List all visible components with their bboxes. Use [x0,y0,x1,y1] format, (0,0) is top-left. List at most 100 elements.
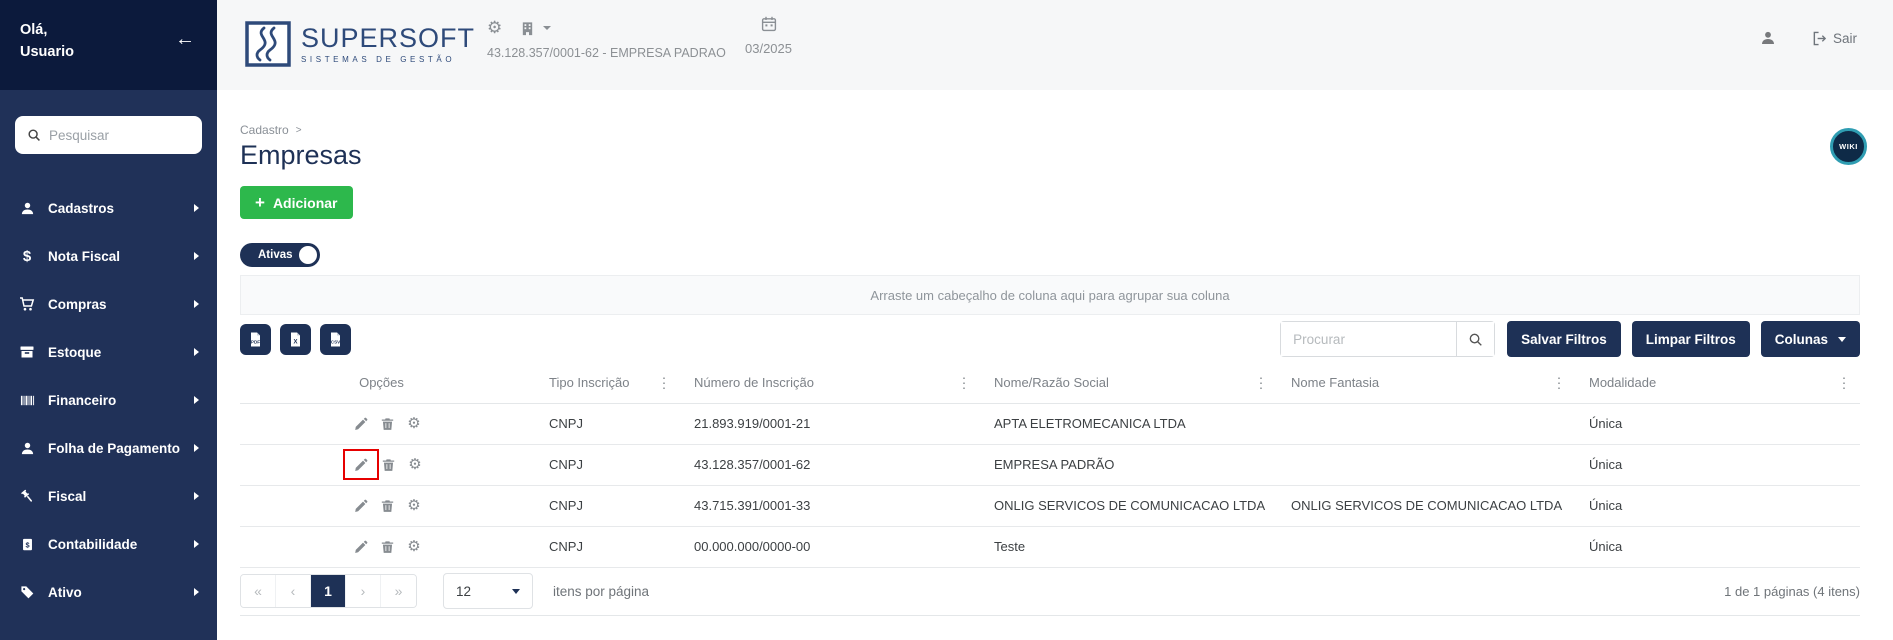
cell-modalidade: Única [1575,526,1860,568]
next-page-button[interactable]: › [346,575,381,607]
logout-button[interactable]: Sair [1812,31,1857,46]
chevron-right-icon [194,588,199,596]
clear-filters-button[interactable]: Limpar Filtros [1631,321,1750,357]
column-menu-icon[interactable]: ⋮ [657,374,671,391]
grid-search-input[interactable] [1281,322,1457,356]
building-icon[interactable] [520,21,535,36]
pager: « ‹ 1 › » [240,574,417,608]
columns-dropdown-button[interactable]: Colunas [1760,321,1860,357]
gear-icon[interactable]: ⚙ [487,18,502,38]
columns-label: Colunas [1774,331,1828,347]
prev-page-button[interactable]: ‹ [276,575,311,607]
sidebar-item-estoque[interactable]: Estoque [0,328,217,376]
row-settings-icon[interactable]: ⚙ [407,539,420,554]
column-menu-icon[interactable]: ⋮ [1837,374,1851,391]
page-size-value: 12 [456,583,472,599]
csv-file-icon: CSV [331,332,341,346]
column-header-numero-inscricao[interactable]: Número de Inscrição ⋮ [680,363,980,404]
cell-modalidade: Única [1575,485,1860,527]
toggle-knob-icon [299,246,317,264]
delete-icon[interactable] [381,540,394,554]
sidebar-item-cadastros[interactable]: Cadastros [0,184,217,232]
export-pdf-button[interactable]: PDF [240,323,271,355]
main-content: WIKI Cadastro > Empresas + Adicionar Ati… [217,90,1893,640]
search-submit-button[interactable] [1456,322,1495,356]
cell-razao-social: APTA ELETROMECANICA LTDA [980,403,1277,445]
page-size-select[interactable]: 12 [443,573,533,609]
delete-icon[interactable] [381,499,394,513]
column-header-modalidade[interactable]: Modalidade ⋮ [1575,363,1860,404]
table-row: ⚙ CNPJ 43.715.391/0001-33 ONLIG SERVICOS… [240,485,1860,527]
wiki-badge[interactable]: WIKI [1830,128,1867,165]
cell-numero-inscricao: 00.000.000/0000-00 [680,526,980,568]
export-csv-button[interactable]: CSV [320,323,351,355]
user-avatar-icon[interactable] [1760,30,1776,46]
row-settings-icon[interactable]: ⚙ [407,416,420,431]
add-button-label: Adicionar [272,194,338,211]
row-settings-icon[interactable]: ⚙ [407,498,420,513]
export-excel-button[interactable]: X [280,323,311,355]
add-button[interactable]: + Adicionar [240,186,353,219]
sidebar-item-contabilidade[interactable]: $ Contabilidade [0,520,217,568]
column-menu-icon[interactable]: ⋮ [1552,374,1566,391]
row-settings-icon[interactable]: ⚙ [408,457,421,472]
period-selector[interactable]: 03/2025 [745,16,792,56]
sidebar-item-ativo[interactable]: Ativo [0,568,217,616]
active-filter-toggle[interactable]: Ativas [240,243,320,267]
sidebar-item-folha-de-pagamento[interactable]: Folha de Pagamento [0,424,217,472]
pagination-bar: « ‹ 1 › » 12 itens por página 1 de 1 pág… [240,568,1860,616]
chevron-right-icon [194,492,199,500]
save-filters-button[interactable]: Salvar Filtros [1507,321,1621,357]
cell-razao-social: EMPRESA PADRÃO [980,444,1277,486]
column-header-razao-social[interactable]: Nome/Razão Social ⋮ [980,363,1277,404]
sidebar-item-financeiro[interactable]: Financeiro [0,376,217,424]
sidebar-item-compras[interactable]: Compras [0,280,217,328]
edit-icon[interactable] [354,417,368,431]
brand-name: SUPERSOFT [301,22,476,53]
edit-icon[interactable] [354,499,368,513]
delete-icon[interactable] [381,417,394,431]
breadcrumb-cadastro[interactable]: Cadastro [240,123,289,137]
logout-label: Sair [1832,30,1857,46]
grid-toolbar: PDF X CSV Salvar Filtros Limpar Filtros [240,315,1860,363]
column-menu-icon[interactable]: ⋮ [1254,374,1268,391]
page-1-button[interactable]: 1 [311,575,346,607]
column-menu-icon[interactable]: ⋮ [957,374,971,391]
delete-icon[interactable] [382,458,395,472]
chevron-right-icon [194,300,199,308]
page-size-label: itens por página [553,583,650,599]
cell-razao-social: Teste [980,526,1277,568]
sidebar-search-input[interactable] [49,127,226,143]
sidebar-item-label: Folha de Pagamento [48,440,181,456]
brand-tagline: SISTEMAS DE GESTÃO [301,54,456,64]
sidebar-menu: Cadastros $ Nota Fiscal Compras Estoque … [0,184,217,616]
edit-icon[interactable] [354,540,368,554]
period-value: 03/2025 [745,41,792,56]
excel-file-icon: X [291,332,300,346]
chevron-right-icon [194,348,199,356]
column-header-opcoes[interactable]: Opções [240,363,535,404]
cell-nome-fantasia [1277,526,1575,568]
gavel-icon [18,489,36,504]
column-header-nome-fantasia[interactable]: Nome Fantasia ⋮ [1277,363,1575,404]
companies-table: Opções Tipo Inscrição ⋮ Número de Inscriç… [240,363,1860,568]
sidebar-item-nota-fiscal[interactable]: $ Nota Fiscal [0,232,217,280]
sidebar-collapse-icon[interactable]: ← [175,28,195,51]
sidebar-item-label: Contabilidade [48,536,138,552]
cell-tipo-inscricao: CNPJ [535,403,680,445]
chevron-down-icon[interactable] [543,26,552,30]
sidebar-item-fiscal[interactable]: Fiscal [0,472,217,520]
company-selector: ⚙ 43.128.357/0001-62 - EMPRESA PADRAO [487,18,726,60]
column-header-tipo-inscricao[interactable]: Tipo Inscrição ⋮ [535,363,680,404]
highlight-red-box [343,449,380,480]
last-page-button[interactable]: » [381,575,416,607]
person-icon [18,441,36,456]
sidebar-search[interactable] [15,116,226,154]
group-by-band[interactable]: Arraste um cabeçalho de coluna aqui para… [240,275,1860,315]
cell-tipo-inscricao: CNPJ [535,485,680,527]
edit-icon[interactable] [354,458,368,472]
cell-tipo-inscricao: CNPJ [535,526,680,568]
sidebar-item-label: Financeiro [48,392,117,408]
current-company[interactable]: 43.128.357/0001-62 - EMPRESA PADRAO [487,46,726,60]
first-page-button[interactable]: « [241,575,276,607]
